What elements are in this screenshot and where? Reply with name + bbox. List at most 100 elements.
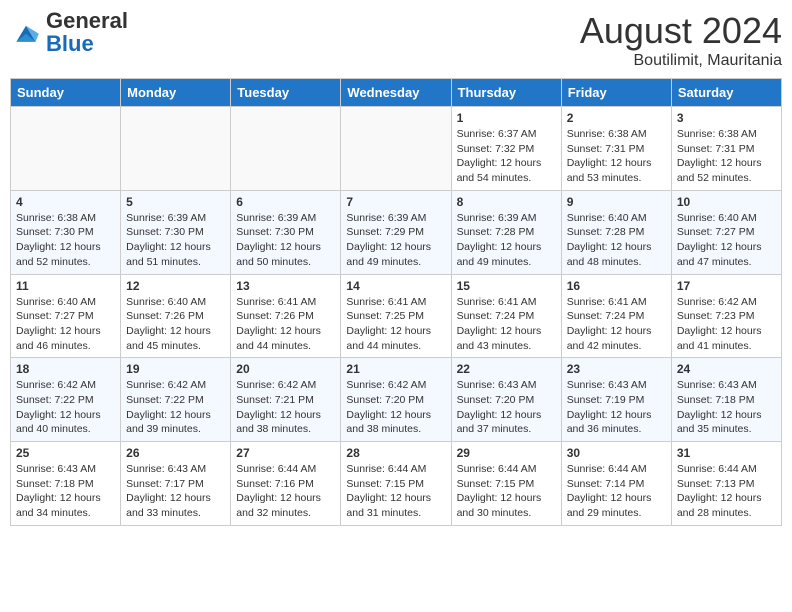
calendar-cell: 31Sunrise: 6:44 AMSunset: 7:13 PMDayligh… xyxy=(671,442,781,526)
day-number: 25 xyxy=(16,446,115,460)
calendar-header-row: SundayMondayTuesdayWednesdayThursdayFrid… xyxy=(11,79,782,107)
day-info: Sunrise: 6:39 AMSunset: 7:29 PMDaylight:… xyxy=(346,211,445,270)
day-info: Sunrise: 6:41 AMSunset: 7:24 PMDaylight:… xyxy=(567,295,666,354)
day-number: 3 xyxy=(677,111,776,125)
day-number: 16 xyxy=(567,279,666,293)
day-number: 12 xyxy=(126,279,225,293)
day-info: Sunrise: 6:44 AMSunset: 7:16 PMDaylight:… xyxy=(236,462,335,521)
calendar-cell: 8 Sunrise: 6:39 AMSunset: 7:28 PMDaylight… xyxy=(451,190,561,274)
calendar-cell: 9 Sunrise: 6:40 AMSunset: 7:28 PMDaylight… xyxy=(561,190,671,274)
day-info: Sunrise: 6:44 AMSunset: 7:14 PMDaylight:… xyxy=(567,462,666,521)
day-header-sunday: Sunday xyxy=(11,79,121,107)
calendar-cell: 11 Sunrise: 6:40 AMSunset: 7:27 PMDayligh… xyxy=(11,274,121,358)
day-number: 28 xyxy=(346,446,445,460)
calendar-cell: 20 Sunrise: 6:42 AMSunset: 7:21 PMDayligh… xyxy=(231,358,341,442)
calendar-week-row: 25 Sunrise: 6:43 AMSunset: 7:18 PMDayligh… xyxy=(11,442,782,526)
calendar-cell: 6Sunrise: 6:39 AMSunset: 7:30 PMDaylight… xyxy=(231,190,341,274)
day-number: 23 xyxy=(567,362,666,376)
day-number: 27 xyxy=(236,446,335,460)
calendar-cell: 13 Sunrise: 6:41 AMSunset: 7:26 PMDayligh… xyxy=(231,274,341,358)
day-info: Sunrise: 6:43 AMSunset: 7:17 PMDaylight:… xyxy=(126,462,225,521)
calendar-cell: 14Sunrise: 6:41 AMSunset: 7:25 PMDayligh… xyxy=(341,274,451,358)
day-number: 30 xyxy=(567,446,666,460)
calendar-cell: 29 Sunrise: 6:44 AMSunset: 7:15 PMDayligh… xyxy=(451,442,561,526)
calendar-table: SundayMondayTuesdayWednesdayThursdayFrid… xyxy=(10,78,782,526)
day-info: Sunrise: 6:42 AMSunset: 7:22 PMDaylight:… xyxy=(16,378,115,437)
logo-general-text: General xyxy=(46,8,128,33)
day-number: 9 xyxy=(567,195,666,209)
day-info: Sunrise: 6:43 AMSunset: 7:19 PMDaylight:… xyxy=(567,378,666,437)
day-header-monday: Monday xyxy=(121,79,231,107)
day-number: 19 xyxy=(126,362,225,376)
day-info: Sunrise: 6:42 AMSunset: 7:21 PMDaylight:… xyxy=(236,378,335,437)
calendar-week-row: 4Sunrise: 6:38 AMSunset: 7:30 PMDaylight… xyxy=(11,190,782,274)
day-number: 10 xyxy=(677,195,776,209)
day-number: 15 xyxy=(457,279,556,293)
calendar-cell: 24 Sunrise: 6:43 AMSunset: 7:18 PMDayligh… xyxy=(671,358,781,442)
day-number: 26 xyxy=(126,446,225,460)
calendar-cell: 7 Sunrise: 6:39 AMSunset: 7:29 PMDaylight… xyxy=(341,190,451,274)
calendar-cell: 28Sunrise: 6:44 AMSunset: 7:15 PMDayligh… xyxy=(341,442,451,526)
day-header-friday: Friday xyxy=(561,79,671,107)
title-block: August 2024 Boutilimit, Mauritania xyxy=(580,10,782,70)
calendar-cell: 2 Sunrise: 6:38 AMSunset: 7:31 PMDaylight… xyxy=(561,107,671,191)
calendar-cell: 21Sunrise: 6:42 AMSunset: 7:20 PMDayligh… xyxy=(341,358,451,442)
calendar-cell: 30 Sunrise: 6:44 AMSunset: 7:14 PMDayligh… xyxy=(561,442,671,526)
day-number: 17 xyxy=(677,279,776,293)
day-info: Sunrise: 6:39 AMSunset: 7:28 PMDaylight:… xyxy=(457,211,556,270)
logo-blue-text: Blue xyxy=(46,31,94,56)
logo-icon xyxy=(10,19,42,47)
calendar-cell: 23 Sunrise: 6:43 AMSunset: 7:19 PMDayligh… xyxy=(561,358,671,442)
day-info: Sunrise: 6:42 AMSunset: 7:22 PMDaylight:… xyxy=(126,378,225,437)
day-info: Sunrise: 6:43 AMSunset: 7:20 PMDaylight:… xyxy=(457,378,556,437)
calendar-cell: 22 Sunrise: 6:43 AMSunset: 7:20 PMDayligh… xyxy=(451,358,561,442)
day-info: Sunrise: 6:40 AMSunset: 7:27 PMDaylight:… xyxy=(16,295,115,354)
day-number: 11 xyxy=(16,279,115,293)
calendar-cell xyxy=(231,107,341,191)
calendar-cell: 17 Sunrise: 6:42 AMSunset: 7:23 PMDayligh… xyxy=(671,274,781,358)
calendar-cell: 4Sunrise: 6:38 AMSunset: 7:30 PMDaylight… xyxy=(11,190,121,274)
day-number: 18 xyxy=(16,362,115,376)
calendar-week-row: 18 Sunrise: 6:42 AMSunset: 7:22 PMDayligh… xyxy=(11,358,782,442)
day-info: Sunrise: 6:38 AMSunset: 7:31 PMDaylight:… xyxy=(567,127,666,186)
day-info: Sunrise: 6:40 AMSunset: 7:26 PMDaylight:… xyxy=(126,295,225,354)
calendar-cell: 18 Sunrise: 6:42 AMSunset: 7:22 PMDayligh… xyxy=(11,358,121,442)
calendar-cell: 5Sunrise: 6:39 AMSunset: 7:30 PMDaylight… xyxy=(121,190,231,274)
day-number: 21 xyxy=(346,362,445,376)
calendar-cell: 10 Sunrise: 6:40 AMSunset: 7:27 PMDayligh… xyxy=(671,190,781,274)
day-info: Sunrise: 6:42 AMSunset: 7:23 PMDaylight:… xyxy=(677,295,776,354)
calendar-cell xyxy=(11,107,121,191)
calendar-cell: 26 Sunrise: 6:43 AMSunset: 7:17 PMDayligh… xyxy=(121,442,231,526)
day-info: Sunrise: 6:40 AMSunset: 7:27 PMDaylight:… xyxy=(677,211,776,270)
day-number: 29 xyxy=(457,446,556,460)
day-info: Sunrise: 6:38 AMSunset: 7:30 PMDaylight:… xyxy=(16,211,115,270)
day-info: Sunrise: 6:38 AMSunset: 7:31 PMDaylight:… xyxy=(677,127,776,186)
calendar-cell: 1Sunrise: 6:37 AMSunset: 7:32 PMDaylight… xyxy=(451,107,561,191)
day-info: Sunrise: 6:40 AMSunset: 7:28 PMDaylight:… xyxy=(567,211,666,270)
month-year: August 2024 xyxy=(580,10,782,52)
day-number: 13 xyxy=(236,279,335,293)
day-info: Sunrise: 6:39 AMSunset: 7:30 PMDaylight:… xyxy=(236,211,335,270)
day-header-tuesday: Tuesday xyxy=(231,79,341,107)
day-info: Sunrise: 6:44 AMSunset: 7:13 PMDaylight:… xyxy=(677,462,776,521)
day-number: 7 xyxy=(346,195,445,209)
day-info: Sunrise: 6:43 AMSunset: 7:18 PMDaylight:… xyxy=(677,378,776,437)
page-header: General Blue August 2024 Boutilimit, Mau… xyxy=(10,10,782,70)
day-number: 24 xyxy=(677,362,776,376)
day-header-saturday: Saturday xyxy=(671,79,781,107)
day-number: 20 xyxy=(236,362,335,376)
day-info: Sunrise: 6:43 AMSunset: 7:18 PMDaylight:… xyxy=(16,462,115,521)
day-header-wednesday: Wednesday xyxy=(341,79,451,107)
day-number: 2 xyxy=(567,111,666,125)
day-info: Sunrise: 6:41 AMSunset: 7:25 PMDaylight:… xyxy=(346,295,445,354)
day-info: Sunrise: 6:41 AMSunset: 7:26 PMDaylight:… xyxy=(236,295,335,354)
day-number: 5 xyxy=(126,195,225,209)
calendar-cell: 3 Sunrise: 6:38 AMSunset: 7:31 PMDaylight… xyxy=(671,107,781,191)
calendar-cell: 27 Sunrise: 6:44 AMSunset: 7:16 PMDayligh… xyxy=(231,442,341,526)
day-number: 8 xyxy=(457,195,556,209)
calendar-cell: 25 Sunrise: 6:43 AMSunset: 7:18 PMDayligh… xyxy=(11,442,121,526)
location: Boutilimit, Mauritania xyxy=(580,52,782,70)
calendar-week-row: 11 Sunrise: 6:40 AMSunset: 7:27 PMDayligh… xyxy=(11,274,782,358)
day-number: 22 xyxy=(457,362,556,376)
day-info: Sunrise: 6:44 AMSunset: 7:15 PMDaylight:… xyxy=(457,462,556,521)
